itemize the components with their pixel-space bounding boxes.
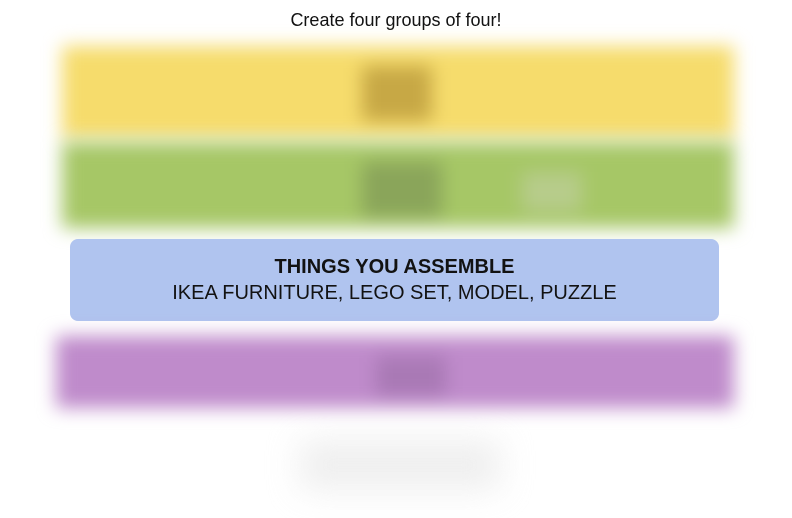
solved-group-card: THINGS YOU ASSEMBLE IKEA FURNITURE, LEGO… — [70, 239, 719, 321]
faded-element — [300, 440, 500, 490]
pixel-smudge — [376, 356, 446, 396]
obscured-group-yellow — [62, 46, 734, 138]
group-members: IKEA FURNITURE, LEGO SET, MODEL, PUZZLE — [172, 282, 617, 304]
group-title: THINGS YOU ASSEMBLE — [274, 256, 515, 278]
pixel-smudge — [362, 162, 442, 217]
pixel-smudge — [522, 172, 582, 212]
obscured-group-purple — [56, 336, 734, 408]
game-instructions: Create four groups of four! — [290, 10, 502, 30]
pixel-smudge — [362, 66, 432, 121]
obscured-group-green — [62, 142, 734, 228]
